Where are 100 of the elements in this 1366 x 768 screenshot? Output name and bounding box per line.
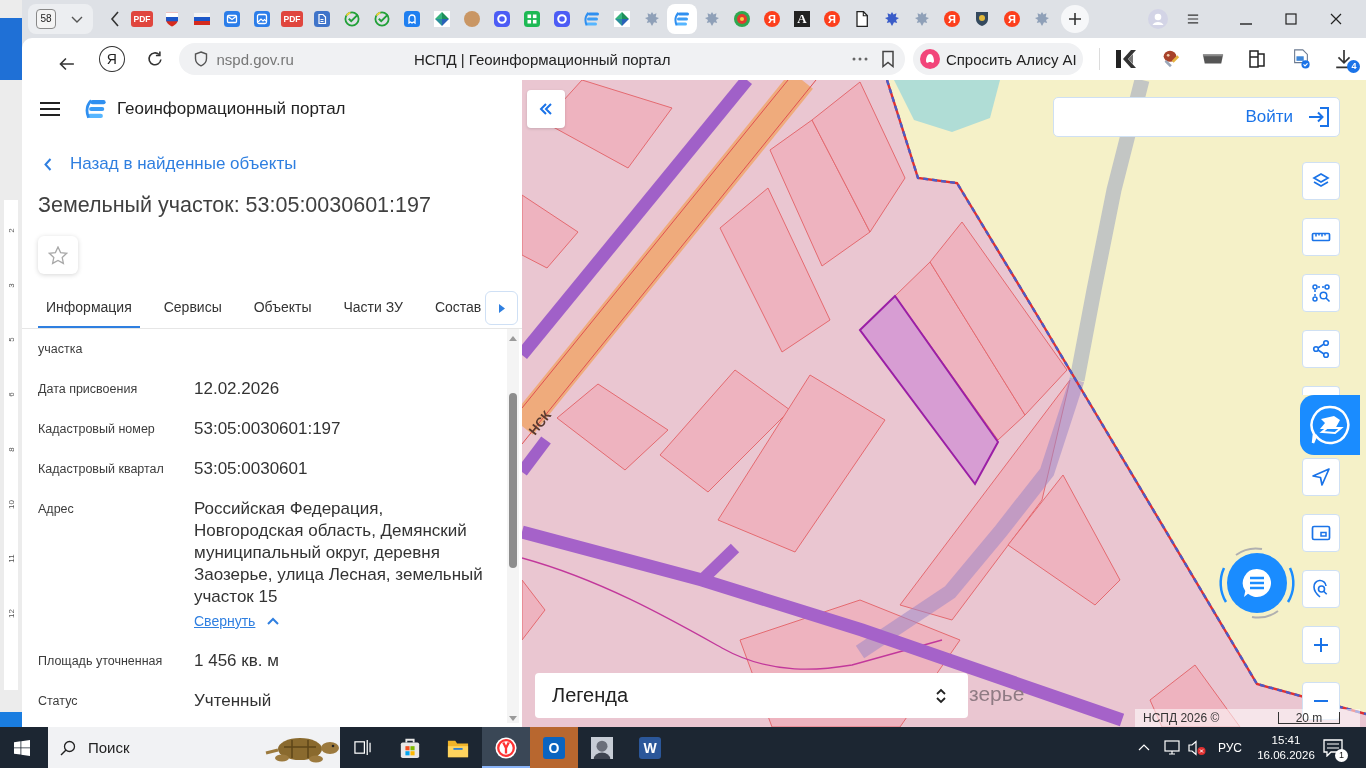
field-label: Дата присвоения: [38, 381, 139, 398]
zoom-in-button[interactable]: [1302, 626, 1340, 664]
minus-icon: [1314, 700, 1328, 702]
collapse-link[interactable]: Свернуть: [194, 610, 280, 632]
portal-name: Геоинформационный портал: [117, 99, 346, 119]
browser-tab[interactable]: PDF: [277, 4, 307, 34]
page-title: НСПД | Геоинформационный портал: [413, 50, 671, 68]
browser-tab[interactable]: Я: [817, 4, 847, 34]
letter-circle-icon: Я: [764, 11, 780, 27]
new-tab-button[interactable]: [1061, 5, 1089, 33]
clock-date: 16.06.2026: [1257, 747, 1315, 763]
area-search-button[interactable]: [1302, 274, 1340, 312]
chevron-up-icon[interactable]: [1137, 744, 1150, 751]
chevron-left-icon: [44, 157, 52, 171]
panel-tab[interactable]: Сервисы: [155, 288, 230, 328]
ring-icon: [554, 11, 570, 27]
taskbar-app-button[interactable]: O: [530, 727, 578, 768]
download-count-badge: 4: [1347, 60, 1361, 73]
share-button[interactable]: [1302, 330, 1340, 368]
plus-icon: [1311, 635, 1331, 655]
close-icon[interactable]: [1329, 13, 1342, 25]
clock-time: 15:41: [1271, 732, 1301, 748]
field-value: 12.02.2026: [194, 378, 280, 400]
double-chevron-left-icon: [539, 103, 553, 115]
legend-dropdown[interactable]: Легенда: [535, 673, 968, 718]
panel-tab[interactable]: Части ЗУ: [335, 288, 411, 328]
maximize-icon[interactable]: [1284, 13, 1297, 25]
panel-tab[interactable]: Информация: [38, 288, 140, 328]
triangle-right-icon: [498, 303, 505, 313]
scroll-up-arrow-icon[interactable]: [509, 336, 517, 341]
ruler-number: 3: [6, 283, 16, 288]
chevron-left-icon[interactable]: [110, 11, 120, 27]
circle-logo-icon: [495, 736, 517, 759]
ruler-number: 5: [6, 337, 16, 343]
ghost-icon: [404, 11, 420, 27]
plus-icon: [1068, 12, 1082, 26]
avatar-icon: [464, 11, 480, 27]
search-icon: [60, 739, 76, 756]
reload-icon[interactable]: [145, 50, 164, 68]
muted-speaker-icon[interactable]: [1187, 739, 1206, 756]
ruler-number: 6: [6, 392, 16, 397]
tab-overview-button[interactable]: 58: [28, 4, 93, 34]
field-label: Кадастровый номер: [38, 421, 156, 438]
side-panel-tab[interactable]: [1300, 395, 1360, 455]
panel-tab[interactable]: Состав: [426, 288, 490, 328]
letter-circle-icon: Я: [1004, 11, 1020, 27]
place-label: зерье: [969, 682, 1025, 705]
scroll-tabs-button[interactable]: [485, 291, 518, 325]
field-label: Адрес: [38, 501, 75, 518]
assistant-button[interactable]: Спросить Алису AI: [912, 43, 1084, 75]
field-value: Российская Федерация, Новгородская область, Демянский муниципальный округ, деревня Заозерье, улица Лесная, земельный участок 15: [194, 498, 484, 608]
input-language[interactable]: РУС: [1217, 740, 1242, 755]
search-box[interactable]: Поиск: [48, 727, 340, 768]
login-button[interactable]: Войти: [1053, 97, 1340, 137]
clock[interactable]: 15:41 16.06.2026: [1254, 732, 1318, 763]
scrollbar-thumb[interactable]: [509, 393, 517, 568]
browser-tab[interactable]: Я: [937, 4, 967, 34]
taskbar-app-button[interactable]: [482, 727, 530, 768]
browser-tab[interactable]: Я: [757, 4, 787, 34]
measure-button[interactable]: [1302, 218, 1340, 256]
network-icon[interactable]: [1163, 739, 1182, 756]
stacked-lines-logo-icon: [85, 98, 107, 120]
scroll-down-arrow-icon[interactable]: [509, 716, 517, 721]
pdf-icon: PDF: [281, 11, 303, 27]
boxes-icon[interactable]: [1246, 49, 1268, 69]
minimize-icon[interactable]: [1239, 23, 1252, 25]
field-label: Кадастровый квартал: [38, 461, 165, 478]
browser-tab[interactable]: Я: [997, 4, 1027, 34]
browser-tab[interactable]: A: [787, 4, 817, 34]
browser-tab[interactable]: PDF: [127, 4, 157, 34]
navigate-button[interactable]: [1302, 458, 1340, 496]
search-field[interactable]: Поиск: [86, 735, 240, 760]
more-dots-icon[interactable]: [851, 57, 868, 61]
stacked-lines-logo-icon: [674, 11, 690, 27]
collapse-panel-button[interactable]: [527, 90, 565, 128]
flag-icon: [194, 11, 210, 27]
bookmark-icon[interactable]: [880, 50, 895, 68]
location-search-button[interactable]: [1302, 570, 1340, 608]
zigzag-logo-icon[interactable]: [1115, 49, 1138, 69]
field-value: Учтенный: [194, 690, 272, 712]
start-icon[interactable]: [14, 739, 30, 756]
status-bar: [0, 712, 22, 727]
document-icon: [314, 11, 330, 27]
menu-icon[interactable]: [40, 102, 60, 116]
round-emblem-icon: [734, 11, 750, 27]
shield-flag-icon: [164, 11, 180, 27]
minimap-button[interactable]: [1302, 514, 1340, 552]
ring-icon: [494, 11, 510, 27]
layers-button[interactable]: [1302, 162, 1340, 200]
panel-tab[interactable]: Объекты: [245, 288, 320, 328]
taskbar-app-button[interactable]: W: [626, 727, 674, 768]
address-bar[interactable]: nspd.gov.ru НСПД | Геоинформационный портал: [179, 43, 905, 75]
stacked-lines-logo-icon: [584, 11, 600, 27]
share-icon: [1311, 339, 1331, 359]
emblem-icon: [704, 11, 720, 27]
url-text: nspd.gov.ru: [216, 50, 294, 68]
check-circle-icon: [374, 11, 390, 27]
notification-icon[interactable]: [1323, 738, 1343, 757]
field-value: 53:05:0030601: [194, 458, 308, 480]
back-link[interactable]: Назад в найденные объекты: [44, 152, 297, 176]
